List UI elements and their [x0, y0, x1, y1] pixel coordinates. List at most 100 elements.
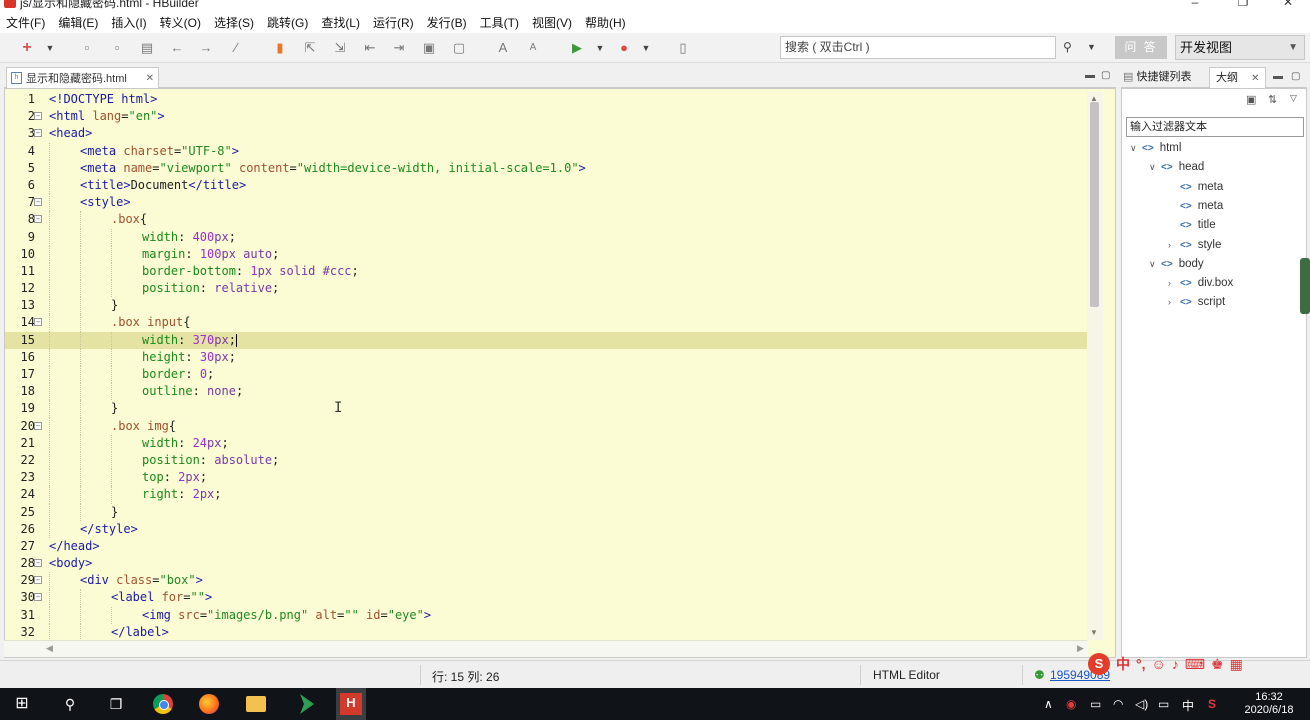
outline-node[interactable]: › <> script [1168, 293, 1225, 312]
hbuilderx-icon[interactable] [300, 694, 314, 714]
code-line[interactable]: 10 margin: 100px auto; [5, 245, 1089, 263]
print-icon[interactable]: ▤ [140, 41, 154, 55]
browser-preview-icon[interactable]: ● [617, 41, 631, 55]
redo-icon[interactable]: → [199, 41, 213, 55]
fold-toggle-icon[interactable]: − [34, 215, 42, 224]
close-window-icon[interactable]: ✕ [1281, 0, 1295, 8]
bookmark-icon[interactable]: ▮ [273, 41, 287, 55]
code-line[interactable]: 26 </style> [5, 520, 1089, 538]
code-line[interactable]: 23 top: 2px; [5, 469, 1089, 487]
close-tab-icon[interactable]: ✕ [146, 73, 154, 84]
side-drag-handle[interactable] [1300, 258, 1310, 314]
menu-item[interactable]: 文件(F) [6, 14, 45, 31]
record-icon[interactable]: ◉ [1066, 697, 1076, 711]
firefox-icon[interactable] [199, 694, 219, 714]
fold-toggle-icon[interactable]: − [34, 112, 42, 121]
minimize-icon[interactable]: – [1188, 0, 1202, 8]
save-all-icon[interactable]: ▫ [110, 41, 124, 55]
new-dropdown-icon[interactable]: ▼ [45, 41, 55, 55]
restore-icon[interactable]: ❐ [1236, 0, 1250, 8]
maximize-panel-icon[interactable]: ▢ [1291, 67, 1300, 88]
code-line[interactable]: 22 position: absolute; [5, 451, 1089, 470]
tray-expand-icon[interactable]: ∧ [1044, 697, 1053, 711]
view-menu-icon[interactable]: ▽ [1290, 93, 1297, 104]
goto-line-end-icon[interactable]: ⇥ [392, 41, 406, 55]
chevron-right-icon[interactable]: › [1168, 274, 1180, 293]
outline-node[interactable]: ∨ <> html [1130, 139, 1181, 158]
fold-toggle-icon[interactable]: − [34, 129, 42, 138]
code-lines[interactable]: 1 <!DOCTYPE html> 2− <html lang="en"> 3− <hea… [5, 91, 1089, 641]
hbuilder-icon[interactable]: H [340, 693, 362, 715]
code-line[interactable]: 32 </label> [5, 623, 1089, 641]
maximize-pane-icon[interactable]: ▢ [1101, 70, 1110, 81]
emoji-icon[interactable]: ☺ [1152, 656, 1166, 672]
outline-filter-input[interactable]: 输入过滤器文本 [1126, 117, 1304, 137]
chevron-down-icon[interactable]: ∨ [1130, 139, 1142, 158]
save-icon[interactable]: ▫ [80, 41, 94, 55]
outline-node[interactable]: › <> style [1168, 236, 1221, 255]
browser-dropdown-icon[interactable]: ▼ [641, 41, 651, 55]
minimize-pane-icon[interactable]: ▬ [1085, 70, 1095, 81]
code-line[interactable]: 17 border: 0; [5, 366, 1089, 384]
format-icon[interactable]: ⁄ [229, 41, 243, 55]
code-line[interactable]: 3− <head> [5, 125, 1089, 142]
font-increase-icon[interactable]: A [496, 41, 510, 55]
windows-start-icon[interactable]: ⊞ [12, 694, 32, 714]
uncomment-icon[interactable]: ▢ [452, 41, 466, 55]
code-line[interactable]: 5 <meta name="viewport" content="width=de… [5, 159, 1089, 177]
vertical-scrollbar[interactable]: ▲ ▼ [1087, 92, 1103, 640]
tab-shortcuts[interactable]: ▤ 快捷键列表 [1123, 67, 1191, 88]
code-line[interactable]: 6 <title>Document</title> [5, 176, 1089, 195]
code-line[interactable]: 16 height: 30px; [5, 348, 1089, 366]
scrollbar-thumb[interactable] [1090, 102, 1099, 307]
help-panel-icon[interactable]: ▯ [676, 41, 690, 55]
code-line[interactable]: 18 outline: none; [5, 383, 1089, 401]
scroll-right-icon[interactable]: ▶ [1077, 643, 1084, 654]
goto-next-icon[interactable]: ⇲ [333, 41, 347, 55]
voice-icon[interactable]: ♪ [1172, 656, 1179, 672]
volume-icon[interactable]: ◁) [1135, 697, 1148, 711]
outline-node[interactable]: <> title [1168, 216, 1216, 235]
sogou-tray-icon[interactable]: S [1208, 697, 1216, 711]
ime-chinese-icon[interactable]: 中 [1116, 654, 1130, 674]
menu-item[interactable]: 选择(S) [214, 14, 254, 31]
fold-toggle-icon[interactable]: − [34, 421, 42, 430]
code-line[interactable]: 25} [5, 503, 1089, 521]
code-line[interactable]: 27 </head> [5, 538, 1089, 555]
menu-item[interactable]: 跳转(G) [267, 14, 308, 31]
task-view-icon[interactable]: ❐ [106, 694, 126, 714]
menu-item[interactable]: 查找(L) [321, 14, 360, 31]
sort-icon[interactable]: ⇅ [1268, 93, 1277, 106]
code-line[interactable]: 11 border-bottom: 1px solid #ccc; [5, 262, 1089, 281]
code-line[interactable]: 12 position: relative; [5, 280, 1089, 298]
menu-item[interactable]: 转义(O) [160, 14, 201, 31]
ask-button[interactable]: 问 答 [1115, 36, 1167, 59]
menu-item[interactable]: 工具(T) [480, 14, 519, 31]
file-explorer-icon[interactable] [246, 696, 266, 712]
scroll-left-icon[interactable]: ◀ [46, 643, 53, 654]
run-dropdown-icon[interactable]: ▼ [595, 41, 605, 55]
outline-node[interactable]: ∨ <> body [1149, 255, 1204, 274]
menu-item[interactable]: 运行(R) [373, 14, 414, 31]
code-line[interactable]: 31 <img src="images/b.png" alt="" id="eye… [5, 606, 1089, 624]
tab-outline[interactable]: 大纲 ✕ [1209, 67, 1267, 88]
system-clock[interactable]: 16:32 2020/6/18 [1234, 691, 1304, 717]
fold-toggle-icon[interactable]: − [34, 559, 42, 568]
menu-item[interactable]: 插入(I) [111, 14, 146, 31]
search-input[interactable]: 搜索 ( 双击Ctrl ) [780, 36, 1056, 59]
code-line[interactable]: 21 width: 24px; [5, 434, 1089, 452]
keyboard-icon[interactable]: ⌨ [1185, 656, 1205, 673]
menu-item[interactable]: 编辑(E) [58, 14, 98, 31]
outline-node[interactable]: <> meta [1168, 178, 1223, 197]
notification-icon[interactable]: ▭ [1158, 697, 1169, 711]
search-icon[interactable]: ⚲ [1063, 40, 1072, 54]
code-line[interactable]: 2− <html lang="en"> [5, 108, 1089, 125]
menu-item[interactable]: 帮助(H) [585, 14, 626, 31]
goto-previous-icon[interactable]: ⇱ [303, 41, 317, 55]
ime-toolbar[interactable]: S 中 °, ☺ ♪ ⌨ ♚ ▦ [1088, 651, 1310, 677]
ime-indicator[interactable]: 中 [1182, 697, 1194, 714]
battery-icon[interactable]: ▭ [1090, 697, 1101, 711]
wifi-icon[interactable]: ◠ [1113, 697, 1123, 711]
code-editor[interactable]: 1 <!DOCTYPE html> 2− <html lang="en"> 3− <hea… [4, 88, 1116, 658]
scroll-down-icon[interactable]: ▼ [1090, 628, 1098, 637]
